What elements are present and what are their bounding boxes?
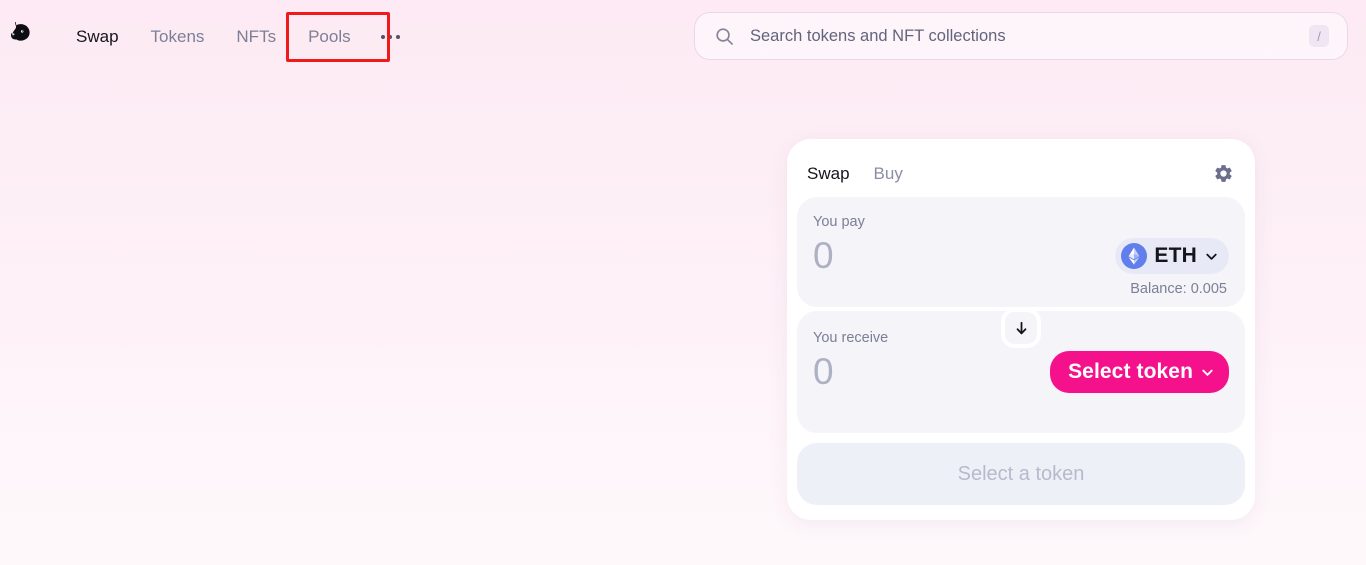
search-shortcut-badge: / [1309,25,1329,47]
tab-buy[interactable]: Buy [874,164,903,184]
uniswap-unicorn-logo[interactable] [4,17,42,55]
ethereum-icon [1121,243,1148,269]
ellipsis-dot-icon [395,35,400,39]
ellipsis-dot-icon [388,35,393,39]
app-header: Swap Tokens NFTs Pools / [0,0,1366,72]
select-token-label: Select token [1068,360,1193,383]
you-pay-label: You pay [813,214,865,230]
search-icon [715,27,734,46]
ellipsis-dot-icon [380,35,385,39]
pay-token-symbol: ETH [1154,244,1197,267]
pay-balance-text: Balance: 0.005 [1130,281,1227,297]
primary-nav: Swap Tokens NFTs Pools [60,22,414,52]
arrow-down-icon [1016,321,1026,334]
you-receive-amount-input[interactable]: 0 [813,349,834,395]
tab-swap[interactable]: Swap [807,164,850,184]
pay-token-selector[interactable]: ETH [1115,238,1229,274]
settings-gear-button[interactable] [1207,157,1239,189]
unicorn-icon [11,21,30,41]
nav-item-pools[interactable]: Pools [292,22,367,52]
swap-card: Swap Buy You pay 0 ETH Balance: 0.005 Yo… [787,139,1255,520]
you-pay-amount-input[interactable]: 0 [813,233,834,279]
select-token-button[interactable]: Select token [1050,351,1229,393]
gear-icon [1214,164,1232,182]
nav-item-nfts[interactable]: NFTs [220,22,292,52]
more-menu-button[interactable] [367,22,414,52]
chevron-down-icon [1202,369,1213,376]
you-pay-panel: You pay 0 ETH Balance: 0.005 [797,197,1245,307]
search-input[interactable] [750,26,1309,46]
chevron-down-icon [1206,253,1217,260]
global-search-bar[interactable]: / [694,12,1348,60]
swap-direction-button[interactable] [1001,308,1041,348]
nav-item-tokens[interactable]: Tokens [135,22,221,52]
nav-item-swap[interactable]: Swap [60,22,135,52]
swap-card-header: Swap Buy [795,151,1247,197]
primary-action-button[interactable]: Select a token [797,443,1245,505]
